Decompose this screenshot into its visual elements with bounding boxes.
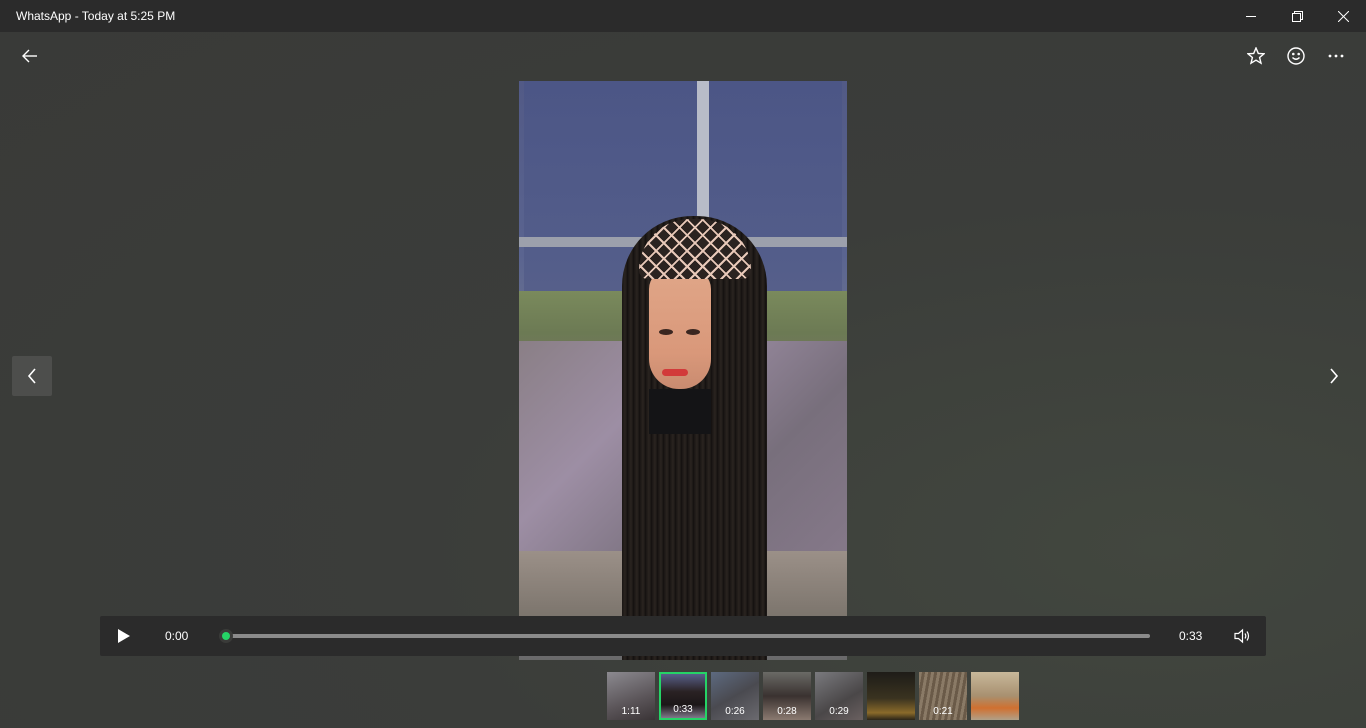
close-icon [1337, 10, 1349, 22]
seek-thumb-dot [222, 632, 230, 640]
thumbnail-duration: 0:29 [829, 706, 849, 717]
star-button[interactable] [1240, 40, 1272, 72]
video-frame[interactable] [519, 81, 847, 660]
thumbnail[interactable]: 0:29 [815, 672, 863, 720]
close-button[interactable] [1320, 0, 1366, 32]
thumbnail-duration: 0:33 [673, 704, 693, 715]
more-options-button[interactable] [1320, 40, 1352, 72]
thumbnail-duration: 0:21 [933, 706, 953, 717]
current-time: 0:00 [165, 629, 189, 643]
thumbnail-selected[interactable]: 0:33 [659, 672, 707, 720]
volume-button[interactable] [1232, 626, 1254, 646]
thumbnail-duration: 1:11 [621, 706, 641, 717]
play-icon [118, 629, 130, 643]
chevron-left-icon [27, 368, 36, 384]
volume-icon [1234, 628, 1250, 644]
chevron-right-icon [1330, 368, 1339, 384]
thumbnail[interactable]: 0:21 [919, 672, 967, 720]
previous-media-button[interactable] [12, 356, 52, 396]
minimize-icon [1246, 16, 1256, 17]
thumbnail[interactable] [867, 672, 915, 720]
star-icon [1247, 47, 1265, 65]
seek-thumb[interactable] [219, 629, 233, 643]
video-mannequin-lips [662, 369, 688, 376]
more-icon [1328, 54, 1344, 58]
video-mannequin-eye-left [659, 329, 673, 335]
thumbnail[interactable] [971, 672, 1019, 720]
window-title: WhatsApp - Today at 5:25 PM [16, 9, 176, 23]
restore-button[interactable] [1274, 0, 1320, 32]
media-controls: 0:00 0:33 [100, 616, 1266, 656]
next-media-button[interactable] [1316, 356, 1352, 396]
seek-bar[interactable] [219, 629, 1150, 643]
thumbnail-duration: 0:26 [725, 706, 745, 717]
thumbnail[interactable]: 0:26 [711, 672, 759, 720]
emoji-icon [1287, 47, 1305, 65]
minimize-button[interactable] [1228, 0, 1274, 32]
total-duration: 0:33 [1179, 629, 1203, 643]
title-bar: WhatsApp - Today at 5:25 PM [0, 0, 1366, 32]
media-thumbnail-strip: 1:11 0:33 0:26 0:28 0:29 0:21 [607, 672, 1019, 720]
thumbnail[interactable]: 1:11 [607, 672, 655, 720]
react-button[interactable] [1280, 40, 1312, 72]
video-mannequin-neck [649, 389, 711, 434]
play-button[interactable] [112, 624, 136, 648]
video-mannequin-eye-right [686, 329, 700, 335]
arrow-left-icon [22, 49, 37, 63]
thumbnail[interactable]: 0:28 [763, 672, 811, 720]
thumbnail-duration: 0:28 [777, 706, 797, 717]
restore-icon [1291, 10, 1303, 22]
back-button[interactable] [14, 40, 46, 72]
